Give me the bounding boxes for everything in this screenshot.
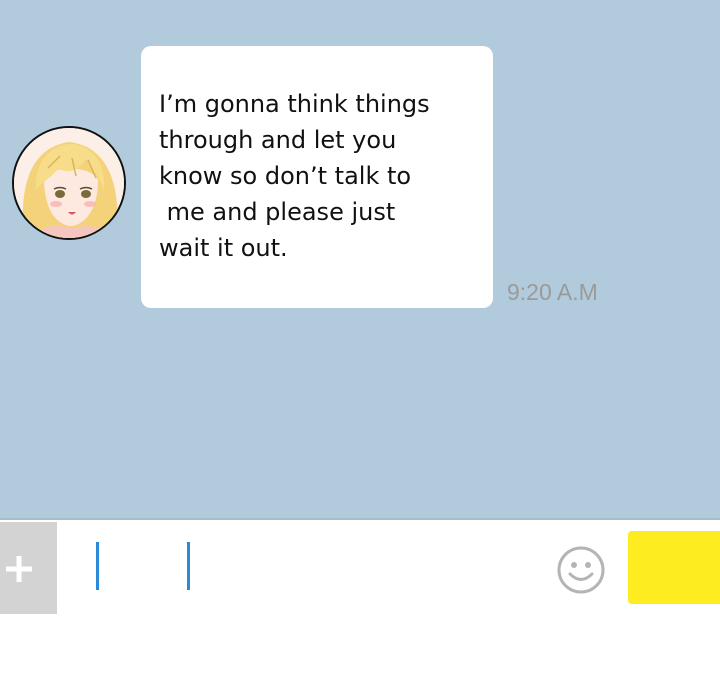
message-timestamp: 9:20 A.M — [507, 279, 598, 305]
message-line: wait it out. — [159, 234, 288, 262]
text-cursor — [187, 542, 190, 590]
attach-button[interactable] — [0, 522, 57, 616]
message-line: through and let you — [159, 126, 397, 154]
text-cursor — [96, 542, 99, 590]
message-line: me and please just — [159, 198, 396, 226]
message-line: know so don’t talk to — [159, 162, 412, 190]
emoji-button[interactable] — [556, 545, 606, 595]
message-bubble[interactable]: I’m gonna think things through and let y… — [141, 46, 493, 308]
smiley-icon — [557, 546, 605, 594]
contact-avatar[interactable] — [12, 126, 126, 240]
send-button[interactable] — [628, 531, 720, 604]
bottom-area — [0, 614, 720, 700]
chat-area: I’m gonna think things through and let y… — [0, 0, 720, 518]
plus-icon — [6, 556, 32, 582]
message-line: I’m gonna think things — [159, 90, 430, 118]
avatar-portrait-icon — [14, 128, 124, 238]
message-input-bar — [0, 518, 720, 616]
